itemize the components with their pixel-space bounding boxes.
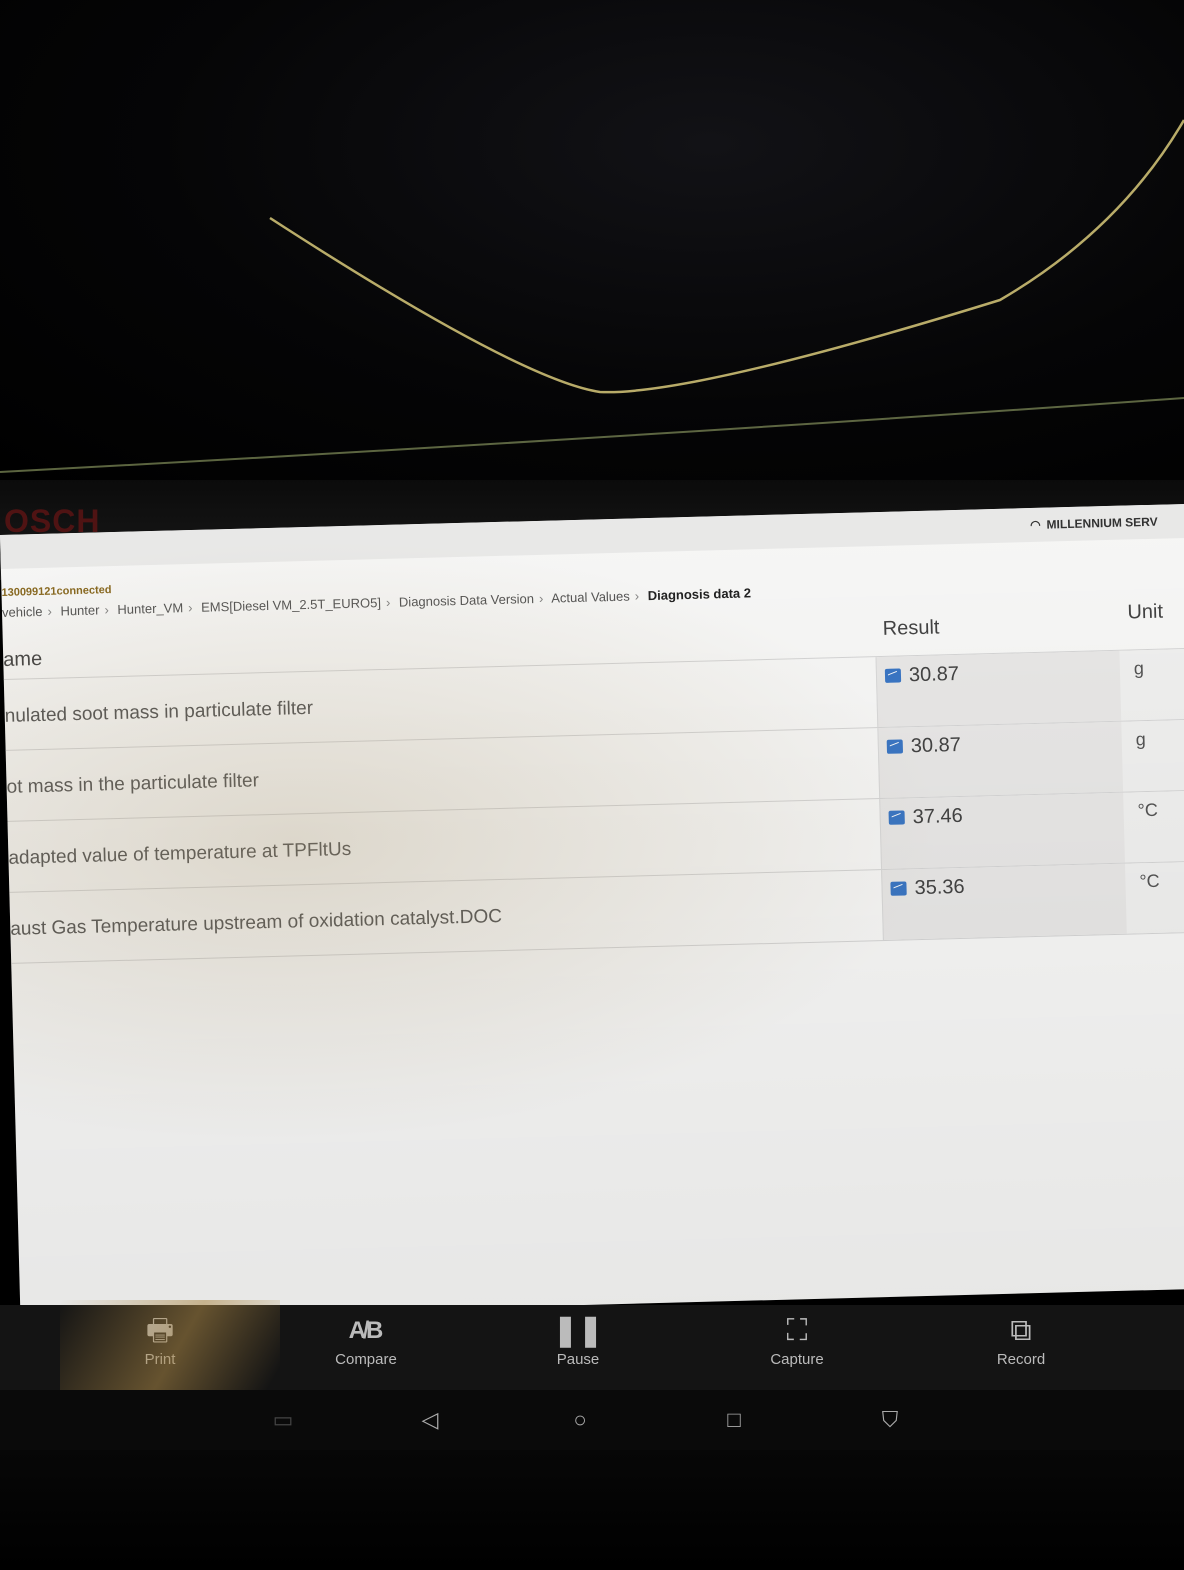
chart-icon[interactable] (886, 739, 904, 754)
unit-value: °C (1139, 870, 1160, 892)
parameter-name: ot mass in the particulate filter (6, 770, 260, 798)
breadcrumb-current: Diagnosis data 2 (647, 585, 752, 604)
record-button[interactable]: ⧉ Record (961, 1305, 1081, 1390)
breadcrumb-separator: › (538, 590, 544, 606)
breadcrumb-item[interactable]: Hunter (60, 602, 99, 618)
breadcrumb-item[interactable]: Diagnosis Data Version (399, 591, 534, 610)
print-button[interactable]: 🖶 Print (100, 1305, 220, 1390)
android-nav-bar: ▭ ◁ ○ □ ⛉ (0, 1390, 1184, 1450)
result-cell: 30.87 (877, 721, 1125, 799)
breadcrumb-separator: › (385, 594, 391, 610)
result-value: 37.46 (912, 804, 964, 829)
result-value: 35.36 (914, 875, 965, 900)
wifi-status: ◠ MILLENNIUM SERV (1030, 515, 1158, 532)
breadcrumb-separator: › (47, 603, 53, 619)
parameter-name: aust Gas Temperature upstream of oxidati… (10, 905, 503, 940)
compare-label: Compare (335, 1351, 397, 1368)
breadcrumb-separator: › (187, 599, 193, 616)
breadcrumb-separator: › (104, 602, 110, 618)
breadcrumb-item[interactable]: Hunter_VM (117, 600, 183, 617)
compare-ab-icon: A̸B (348, 1317, 384, 1344)
capture-button[interactable]: ⛶ Capture (737, 1305, 857, 1390)
result-cell: 37.46 (879, 792, 1126, 870)
screenshot-icon[interactable]: ▭ (263, 1400, 303, 1440)
breadcrumb-separator: › (634, 588, 640, 604)
recents-icon[interactable]: □ (714, 1400, 754, 1440)
result-cell: 30.87 (875, 650, 1123, 728)
result-value: 30.87 (910, 733, 962, 758)
vehicle-shield-icon[interactable]: ⛉ (870, 1400, 910, 1440)
breadcrumb-item[interactable]: EMS[Diesel VM_2.5T_EURO5] (201, 595, 381, 615)
chart-icon[interactable] (890, 881, 907, 896)
result-cell: 35.36 (881, 863, 1128, 941)
parameter-name: nulated soot mass in particulate filter (4, 697, 314, 727)
pause-button[interactable]: ❚❚ Pause (518, 1305, 638, 1390)
home-icon[interactable]: ○ (560, 1400, 600, 1440)
unit-cell: °C (1124, 860, 1184, 934)
result-value: 30.87 (908, 662, 960, 687)
pause-icon: ❚❚ (552, 1314, 604, 1347)
header-unit: Unit (1127, 600, 1164, 624)
header-name: ame (2, 647, 43, 671)
connection-status: 130099121connected (1, 584, 112, 599)
bottom-toolbar: 🖶 Print A̸B Compare ❚❚ Pause ⛶ Capture ⧉… (0, 1305, 1184, 1390)
pause-label: Pause (556, 1351, 600, 1368)
parameter-name: adapted value of temperature at TPFltUs (8, 838, 352, 869)
breadcrumb-item[interactable]: Actual Values (551, 589, 630, 606)
breadcrumb-item[interactable]: vehicle (2, 604, 43, 620)
unit-cell: g (1119, 647, 1184, 721)
wifi-icon: ◠ (1029, 517, 1041, 533)
printer-icon: 🖶 (145, 1314, 175, 1347)
wifi-network-name: MILLENNIUM SERV (1046, 514, 1158, 532)
unit-value: °C (1137, 799, 1159, 821)
app-screen: ◠ MILLENNIUM SERV 130099121connected vehi… (0, 500, 1184, 1320)
actual-values-table: ame Result Unit nulated soot mass in par… (2, 593, 1184, 964)
photo-background (0, 0, 1184, 480)
unit-value: g (1133, 658, 1145, 679)
back-icon[interactable]: ◁ (410, 1400, 450, 1440)
capture-label: Capture (770, 1351, 824, 1368)
unit-cell: g (1121, 718, 1184, 792)
reflection-lines (0, 119, 1184, 473)
compare-button[interactable]: A̸B Compare (306, 1305, 426, 1390)
header-result: Result (882, 616, 940, 640)
unit-value: g (1135, 729, 1147, 750)
record-icon: ⧉ (1010, 1314, 1032, 1347)
capture-frame-icon: ⛶ (786, 1314, 808, 1347)
chart-icon[interactable] (884, 668, 902, 683)
record-label: Record (996, 1351, 1046, 1368)
unit-cell: °C (1123, 789, 1184, 863)
chart-icon[interactable] (888, 810, 905, 825)
device-bottom (0, 1450, 1184, 1570)
print-label: Print (144, 1351, 176, 1368)
